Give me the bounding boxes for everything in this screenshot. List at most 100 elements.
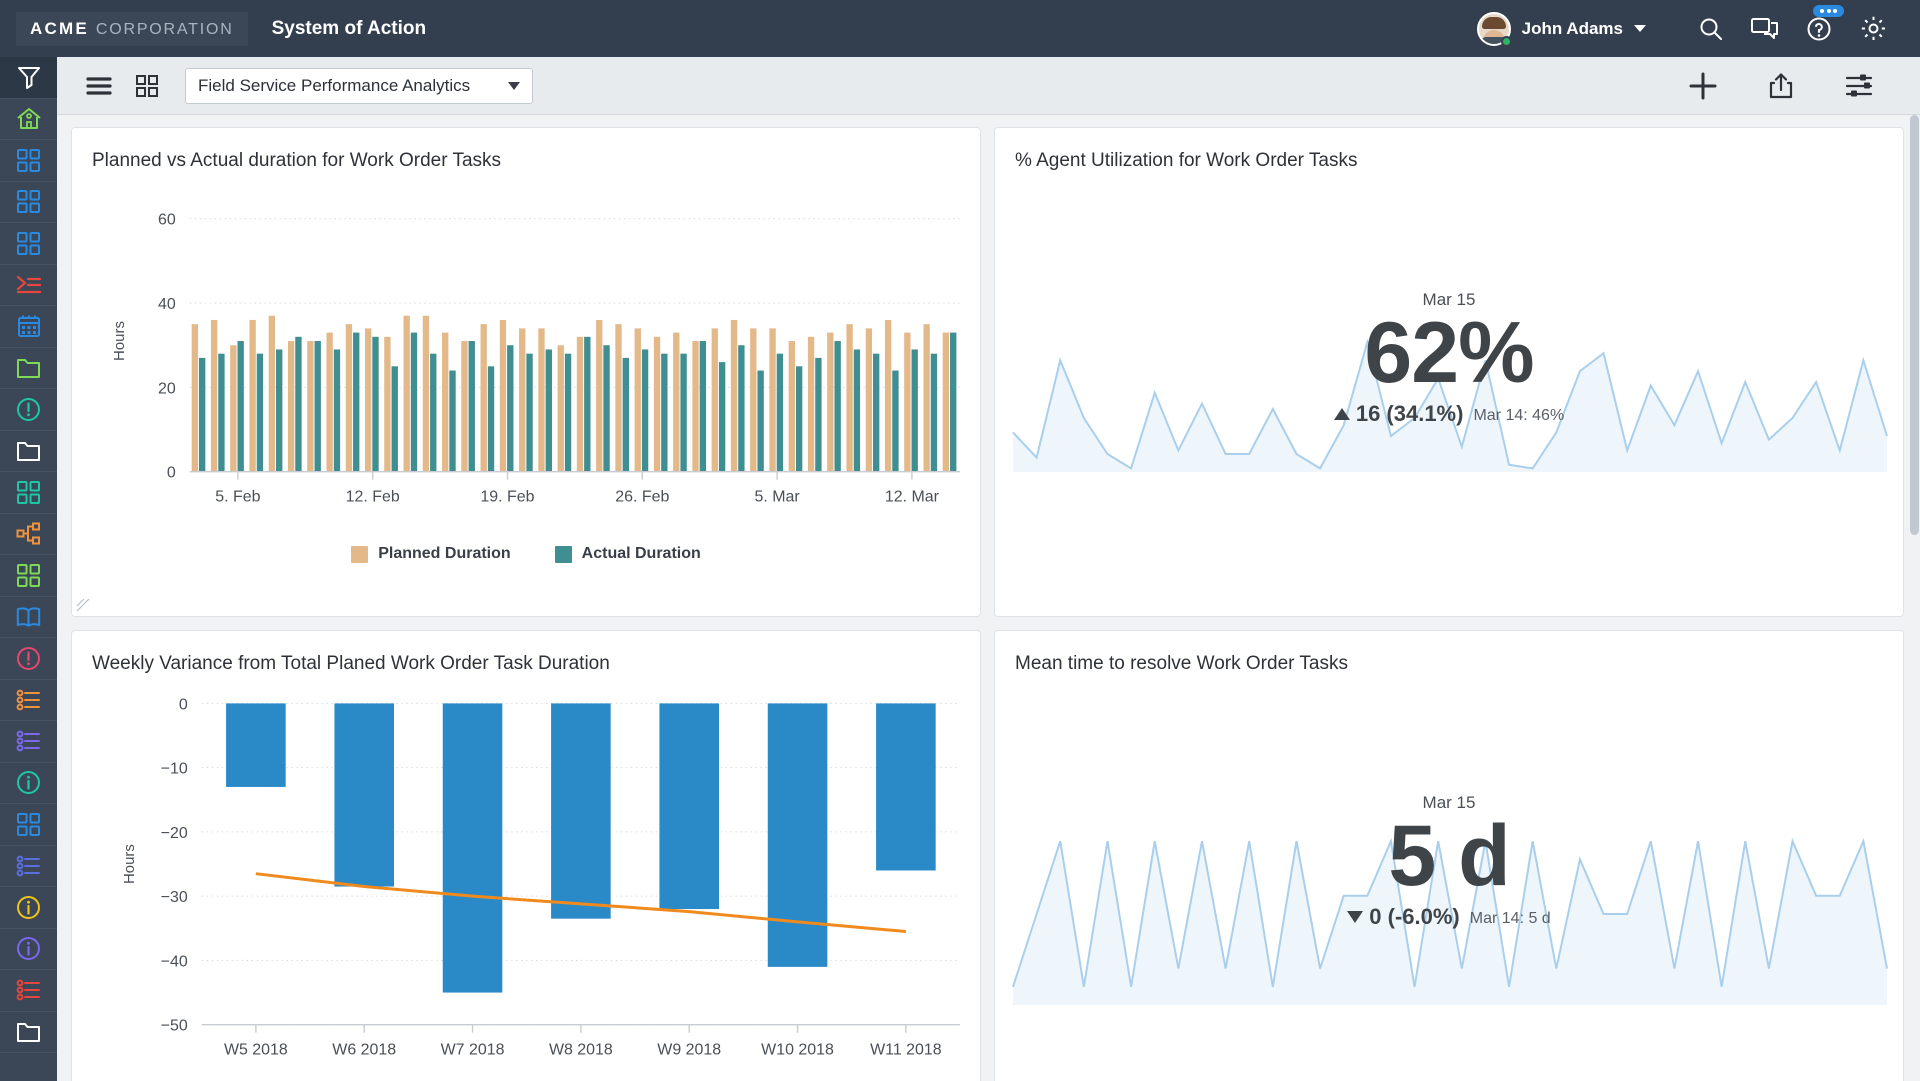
gear-icon[interactable]: [1846, 0, 1900, 57]
user-name: John Adams: [1521, 18, 1623, 38]
svg-text:12. Mar: 12. Mar: [885, 489, 940, 506]
svg-text:20: 20: [158, 380, 176, 397]
help-icon[interactable]: [1792, 0, 1846, 57]
sidebar-item-dashboard-5[interactable]: [0, 555, 57, 597]
agent-utilization-sparkline[interactable]: [995, 172, 1904, 572]
sidebar-item-folder[interactable]: [0, 431, 57, 472]
header-actions: John Adams: [1476, 0, 1900, 57]
dashboard-selector[interactable]: Field Service Performance Analytics: [185, 67, 533, 104]
book-icon: [16, 606, 41, 628]
sidebar-item-dashboard-1[interactable]: [0, 140, 57, 182]
dashboard-content: Planned vs Actual duration for Work Orde…: [57, 115, 1920, 1081]
sidebar-item-home[interactable]: [0, 99, 57, 140]
share-icon[interactable]: [1742, 57, 1820, 115]
sidebar-item-info-circle-teal[interactable]: [0, 763, 57, 804]
chevron-down-icon: [508, 81, 520, 90]
notification-badge[interactable]: [1813, 5, 1844, 17]
page-scrollbar-thumb[interactable]: [1910, 115, 1919, 535]
resize-handle[interactable]: [76, 598, 90, 612]
left-sidebar: [0, 57, 57, 1081]
presence-online-dot: [1500, 35, 1512, 47]
planned-vs-actual-chart[interactable]: 0 20 40 60 Hours 5. Feb 12. Feb 19. Feb 26. Feb 5…: [72, 172, 980, 532]
sidebar-item-console[interactable]: [0, 265, 57, 306]
sidebar-item-dashboard-3[interactable]: [0, 223, 57, 265]
svg-text:Hours: Hours: [121, 844, 138, 884]
settings-list-purple-icon: [16, 730, 41, 752]
svg-text:0: 0: [167, 465, 176, 482]
widget-title: Weekly Variance from Total Planed Work O…: [92, 653, 610, 674]
sidebar-item-alert-circle[interactable]: [0, 389, 57, 431]
svg-text:−30: −30: [161, 889, 188, 906]
legend-swatch-planned: [351, 545, 369, 563]
sidebar-item-settings-list-orange[interactable]: [0, 680, 57, 721]
sidebar-item-settings-list-red[interactable]: [0, 970, 57, 1012]
info-circle-purple-icon: [16, 936, 41, 961]
avatar: [1476, 11, 1512, 47]
legend-item-actual[interactable]: Actual Duration: [554, 545, 701, 563]
sidebar-item-dashboard-6[interactable]: [0, 804, 57, 846]
widget-agent-utilization[interactable]: % Agent Utilization for Work Order Tasks…: [994, 127, 1904, 617]
sidebar-item-settings-list-purple[interactable]: [0, 721, 57, 763]
widget-title: % Agent Utilization for Work Order Tasks: [1015, 150, 1358, 171]
svg-text:−50: −50: [161, 1018, 188, 1035]
widget-planned-vs-actual[interactable]: Planned vs Actual duration for Work Orde…: [71, 127, 981, 617]
sidebar-item-alert-critical[interactable]: [0, 638, 57, 680]
svg-text:W6 2018: W6 2018: [332, 1042, 396, 1059]
kpi-body: Mar 15 62% 16 (34.1%) Mar 14: 46%: [995, 172, 1903, 572]
sliders-icon[interactable]: [1820, 57, 1898, 115]
sidebar-item-folder-open[interactable]: [0, 348, 57, 389]
widget-mean-time-resolve[interactable]: Mean time to resolve Work Order Tasks Ma…: [994, 630, 1904, 1081]
svg-text:W10 2018: W10 2018: [761, 1042, 834, 1059]
weekly-variance-chart[interactable]: 0 −10 −20 −30 −40 −50 Hours W5 2018 W6 2018 W7 20…: [72, 675, 980, 1081]
hamburger-icon[interactable]: [75, 57, 123, 115]
svg-text:W5 2018: W5 2018: [224, 1042, 288, 1059]
sidebar-item-dashboard-4[interactable]: [0, 472, 57, 514]
sidebar-item-hierarchy[interactable]: [0, 514, 57, 555]
chevron-down-icon: [1634, 25, 1646, 32]
widget-grid: Planned vs Actual duration for Work Orde…: [71, 127, 1904, 1081]
mean-time-sparkline[interactable]: [995, 675, 1904, 1081]
dashboard-toolbar: Field Service Performance Analytics: [57, 57, 1920, 115]
filter-icon: [16, 64, 42, 90]
svg-text:W7 2018: W7 2018: [441, 1042, 505, 1059]
legend-item-planned[interactable]: Planned Duration: [351, 545, 511, 563]
svg-text:W8 2018: W8 2018: [549, 1042, 613, 1059]
grid-view-icon[interactable]: [123, 57, 171, 115]
folder-bottom-icon: [16, 1021, 41, 1043]
calendar-icon: [17, 314, 41, 338]
svg-text:−10: −10: [161, 761, 188, 778]
settings-list-red-icon: [16, 979, 41, 1001]
chart-legend: Planned Duration Actual Duration: [72, 545, 980, 563]
dashboard-2-icon: [16, 189, 41, 214]
alert-critical-icon: [16, 646, 41, 671]
brand-logo[interactable]: ACME CORPORATION: [16, 11, 248, 46]
user-menu[interactable]: John Adams: [1476, 11, 1646, 47]
svg-text:5. Feb: 5. Feb: [215, 489, 260, 506]
search-icon[interactable]: [1684, 0, 1738, 57]
chat-icon[interactable]: [1738, 0, 1792, 57]
widget-weekly-variance[interactable]: Weekly Variance from Total Planed Work O…: [71, 630, 981, 1081]
settings-list-orange-icon: [16, 689, 41, 711]
app-title: System of Action: [271, 17, 427, 39]
sidebar-item-info-circle-purple[interactable]: [0, 929, 57, 970]
svg-text:Hours: Hours: [111, 321, 128, 361]
svg-text:W11 2018: W11 2018: [870, 1042, 942, 1059]
top-header: ACME CORPORATION System of Action John A…: [0, 0, 1920, 57]
alert-circle-icon: [16, 397, 41, 422]
sidebar-item-filter[interactable]: [0, 57, 57, 99]
sidebar-item-info-circle-yellow[interactable]: [0, 887, 57, 929]
page-scrollbar-track[interactable]: [1908, 115, 1920, 1081]
brand-secondary-text: CORPORATION: [95, 20, 234, 38]
svg-text:−40: −40: [161, 953, 188, 970]
sidebar-item-book[interactable]: [0, 597, 57, 638]
home-icon: [16, 106, 42, 132]
dashboard-5-icon: [16, 563, 41, 588]
sidebar-item-calendar[interactable]: [0, 306, 57, 348]
dashboard-6-icon: [16, 812, 41, 837]
sidebar-item-settings-list-blue[interactable]: [0, 846, 57, 887]
add-icon[interactable]: [1664, 57, 1742, 115]
svg-text:19. Feb: 19. Feb: [480, 489, 534, 506]
sidebar-item-dashboard-2[interactable]: [0, 182, 57, 223]
sidebar-item-folder-bottom[interactable]: [0, 1012, 57, 1053]
svg-text:12. Feb: 12. Feb: [346, 489, 400, 506]
